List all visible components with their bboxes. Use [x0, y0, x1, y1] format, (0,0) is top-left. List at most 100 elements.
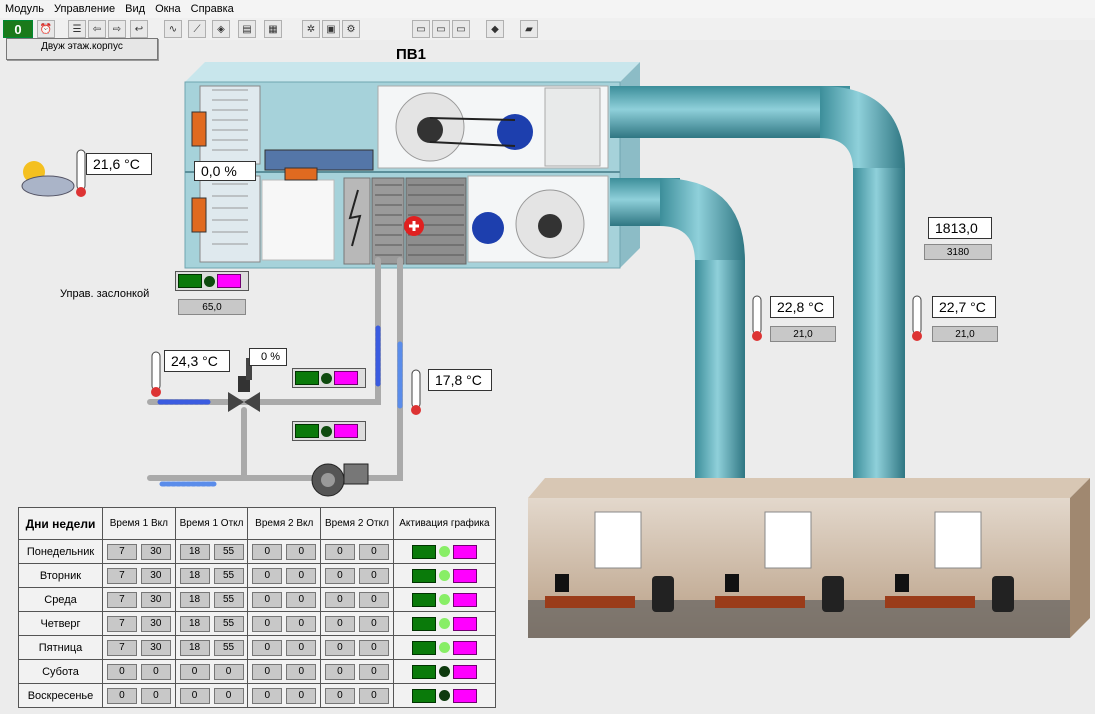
enable-button[interactable]	[411, 640, 436, 655]
minute-input[interactable]: 0	[213, 687, 244, 704]
minute-input[interactable]: 0	[286, 543, 317, 560]
hour-input[interactable]: 0	[324, 639, 355, 656]
schedule-activation-control[interactable]	[394, 640, 495, 655]
minute-input[interactable]: 30	[140, 543, 171, 560]
hour-input[interactable]: 0	[324, 543, 355, 560]
minute-input[interactable]: 55	[213, 615, 244, 632]
hour-input[interactable]: 18	[179, 591, 210, 608]
hour-input[interactable]: 0	[252, 663, 283, 680]
hour-input[interactable]: 0	[106, 663, 137, 680]
minute-input[interactable]: 0	[358, 591, 389, 608]
schedule-activation-control[interactable]	[394, 616, 495, 631]
minute-input[interactable]: 0	[213, 663, 244, 680]
minute-input[interactable]: 30	[140, 591, 171, 608]
menu-help[interactable]: Справка	[186, 3, 239, 15]
settings-icon[interactable]: ⚙	[342, 20, 360, 38]
hour-input[interactable]: 0	[252, 639, 283, 656]
hour-input[interactable]: 0	[324, 615, 355, 632]
hour-input[interactable]: 0	[252, 591, 283, 608]
alarm-clock-icon[interactable]: ⏰	[37, 20, 55, 38]
minute-input[interactable]: 0	[358, 687, 389, 704]
hour-input[interactable]: 0	[252, 687, 283, 704]
enable-button[interactable]	[411, 592, 436, 607]
menu-control[interactable]: Управление	[49, 3, 120, 15]
disable-button[interactable]	[452, 544, 477, 559]
window-3-icon[interactable]: ▭	[452, 20, 470, 38]
minute-input[interactable]: 30	[140, 639, 171, 656]
arrow-left-icon[interactable]: ⇦	[88, 20, 106, 38]
start-button[interactable]	[295, 371, 319, 385]
minute-input[interactable]: 0	[286, 687, 317, 704]
minute-input[interactable]: 0	[358, 567, 389, 584]
start-button[interactable]	[295, 424, 319, 438]
hour-input[interactable]: 0	[179, 687, 210, 704]
menu-view[interactable]: Вид	[120, 3, 150, 15]
enable-button[interactable]	[411, 664, 436, 679]
minute-input[interactable]: 0	[286, 615, 317, 632]
arrow-right-icon[interactable]: ⇨	[108, 20, 126, 38]
start-button[interactable]	[178, 274, 202, 288]
enable-button[interactable]	[411, 568, 436, 583]
hour-input[interactable]: 7	[106, 615, 137, 632]
hour-input[interactable]: 0	[252, 567, 283, 584]
menu-windows[interactable]: Окна	[150, 3, 186, 15]
minute-input[interactable]: 0	[358, 615, 389, 632]
book-icon[interactable]: ▰	[520, 20, 538, 38]
window-2-icon[interactable]: ▭	[432, 20, 450, 38]
schedule-activation-control[interactable]	[394, 688, 495, 703]
hour-input[interactable]: 0	[179, 663, 210, 680]
enable-button[interactable]	[411, 616, 436, 631]
window-1-icon[interactable]: ▭	[412, 20, 430, 38]
log-icon[interactable]: ▦	[264, 20, 282, 38]
eraser-icon[interactable]: ◆	[486, 20, 504, 38]
minute-input[interactable]: 55	[213, 591, 244, 608]
disable-button[interactable]	[452, 592, 477, 607]
monitor-icon[interactable]: ▣	[322, 20, 340, 38]
disable-button[interactable]	[452, 688, 477, 703]
arrow-back-icon[interactable]: ↩	[130, 20, 148, 38]
minute-input[interactable]: 0	[358, 663, 389, 680]
exhaust-duct-setpoint[interactable]: 21,0	[932, 326, 998, 342]
minute-input[interactable]: 55	[213, 543, 244, 560]
hour-input[interactable]: 0	[324, 591, 355, 608]
minute-input[interactable]: 0	[286, 639, 317, 656]
stop-button[interactable]	[334, 371, 358, 385]
enable-button[interactable]	[411, 688, 436, 703]
hour-input[interactable]: 18	[179, 615, 210, 632]
hour-input[interactable]: 7	[106, 639, 137, 656]
document-icon[interactable]: ▤	[238, 20, 256, 38]
minute-input[interactable]: 0	[286, 591, 317, 608]
disable-button[interactable]	[452, 640, 477, 655]
enable-button[interactable]	[411, 544, 436, 559]
schedule-activation-control[interactable]	[394, 592, 495, 607]
hour-input[interactable]: 7	[106, 591, 137, 608]
pump-control[interactable]	[292, 421, 366, 441]
stop-button[interactable]	[217, 274, 241, 288]
hour-input[interactable]: 0	[324, 663, 355, 680]
hour-input[interactable]: 18	[179, 639, 210, 656]
layers-icon[interactable]: ◈	[212, 20, 230, 38]
tools-icon[interactable]: ✲	[302, 20, 320, 38]
hour-input[interactable]: 0	[252, 543, 283, 560]
stop-button[interactable]	[334, 424, 358, 438]
minute-input[interactable]: 0	[286, 567, 317, 584]
minute-input[interactable]: 0	[358, 639, 389, 656]
hour-input[interactable]: 18	[179, 543, 210, 560]
schedule-activation-control[interactable]	[394, 568, 495, 583]
disable-button[interactable]	[452, 616, 477, 631]
hour-input[interactable]: 0	[252, 615, 283, 632]
minute-input[interactable]: 55	[213, 639, 244, 656]
chart-icon[interactable]: ∿	[164, 20, 182, 38]
disable-button[interactable]	[452, 664, 477, 679]
minute-input[interactable]: 0	[286, 663, 317, 680]
minute-input[interactable]: 30	[140, 615, 171, 632]
minute-input[interactable]: 30	[140, 567, 171, 584]
minute-input[interactable]: 0	[140, 687, 171, 704]
hour-input[interactable]: 0	[324, 687, 355, 704]
hour-input[interactable]: 0	[324, 567, 355, 584]
list-icon[interactable]: ☰	[68, 20, 86, 38]
supply-air-flow-setpoint[interactable]: 3180	[924, 244, 992, 260]
graph-icon[interactable]: ⟋	[188, 20, 206, 38]
hour-input[interactable]: 18	[179, 567, 210, 584]
damper-control[interactable]	[175, 271, 249, 291]
